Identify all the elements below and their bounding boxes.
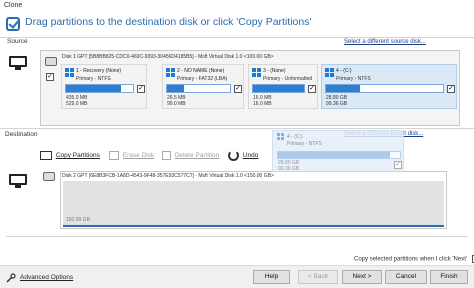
source-monitor-icon [9, 56, 27, 70]
unallocated-space[interactable]: 150.00 GB [63, 181, 444, 227]
partition-usage-bar [252, 84, 305, 93]
undo-button[interactable]: Undo [228, 150, 258, 161]
divider [0, 37, 474, 38]
destination-label: Destination [5, 131, 38, 138]
partition-checkbox[interactable]: ✓ [447, 85, 455, 93]
partition-checkbox[interactable]: ✓ [234, 85, 242, 93]
source-partition[interactable]: 4 - (C:) Primary - NTFS ✓ 28.80 GB 99.36 GB [321, 64, 457, 109]
header: Drag partitions to the destination disk … [0, 12, 474, 36]
source-disk-checkbox[interactable]: ✓ [46, 73, 54, 81]
source-disk-header: Disk 1 GPT [5B8BB825-CDC0-469C-9393-3045… [62, 54, 274, 60]
hard-disk-icon [43, 172, 55, 181]
source-partition[interactable]: 3 - (None) Primary - Unformatted ✓ 16.0 MB 1… [248, 64, 318, 109]
advanced-options-link[interactable]: Advanced Options [20, 274, 73, 281]
partition-name: 2 - NO NAME (None) [177, 68, 225, 74]
hard-disk-icon [45, 57, 57, 66]
destination-disk-panel[interactable]: 150.00 GB [60, 171, 447, 229]
copy-on-next-option[interactable]: Copy selected partitions when I click 'N… [354, 255, 474, 263]
undo-icon [228, 150, 239, 161]
partition-checkbox[interactable]: ✓ [137, 85, 145, 93]
clone-check-icon [6, 17, 20, 31]
partition-type: Primary - NTFS [76, 76, 111, 82]
divider [6, 236, 468, 237]
back-button[interactable]: < Back [298, 270, 338, 284]
partition-checkbox[interactable]: ✓ [308, 85, 316, 93]
source-partition[interactable]: 2 - NO NAME (None) Primary - FAT32 (LBA) ✓… [162, 64, 244, 109]
delete-partition-button[interactable]: Delete Partition [162, 151, 219, 160]
destination-disk-header: Disk 2 GPT [6E8B3FCB-1A8D-4543-9F48-357E… [62, 173, 274, 179]
wrench-icon [5, 271, 16, 283]
windows-icon [277, 133, 285, 141]
erase-icon [109, 151, 119, 160]
help-button[interactable]: Help [253, 270, 290, 284]
header-title: Drag partitions to the destination disk … [25, 16, 312, 28]
erase-disk-button[interactable]: Erase Disk [109, 151, 154, 160]
divider [0, 128, 474, 129]
window-title: Clone [0, 0, 474, 12]
windows-icon [166, 68, 175, 77]
partition-name: 1 - Recovery (None) [76, 68, 122, 74]
partition-total: 99.36 GB [326, 101, 348, 107]
dragged-partition-ghost[interactable]: 4 - (C:) Primary - NTFS 28.80 GB 99.36 G… [272, 130, 404, 172]
partition-usage-bar [325, 84, 444, 93]
partition-total: 16.0 MB [253, 101, 272, 107]
unallocated-size: 150.00 GB [66, 217, 90, 223]
next-button[interactable]: Next > [342, 270, 382, 284]
copy-on-next-label: Copy selected partitions when I click 'N… [354, 256, 468, 263]
copy-icon [40, 151, 52, 160]
cancel-button[interactable]: Cancel [385, 270, 427, 284]
partition-name: 3 - (None) [263, 68, 286, 74]
windows-icon [325, 68, 334, 77]
finish-button[interactable]: Finish [430, 270, 468, 284]
destination-monitor-icon [9, 174, 27, 188]
partition-type: Primary - Unformatted [263, 76, 313, 82]
partition-total: 99.0 MB [167, 101, 186, 107]
windows-icon [252, 68, 261, 77]
partition-name: 4 - (C:) [336, 68, 352, 74]
select-source-link[interactable]: Select a different source disk... [344, 39, 426, 45]
source-partition[interactable]: 1 - Recovery (None) Primary - NTFS ✓ 435.0 … [61, 64, 147, 109]
partition-type: Primary - FAT32 (LBA) [177, 76, 228, 82]
footer: Advanced Options Help < Back Next > Canc… [0, 265, 474, 288]
partition-total: 529.0 MB [66, 101, 88, 107]
delete-icon [162, 151, 171, 160]
partition-usage-bar [65, 84, 134, 93]
partition-type: Primary - NTFS [336, 76, 371, 82]
source-label: Source [7, 38, 28, 45]
copy-partitions-button[interactable]: Copy Partitions [40, 151, 100, 160]
windows-icon [65, 68, 74, 77]
partition-usage-bar [166, 84, 231, 93]
